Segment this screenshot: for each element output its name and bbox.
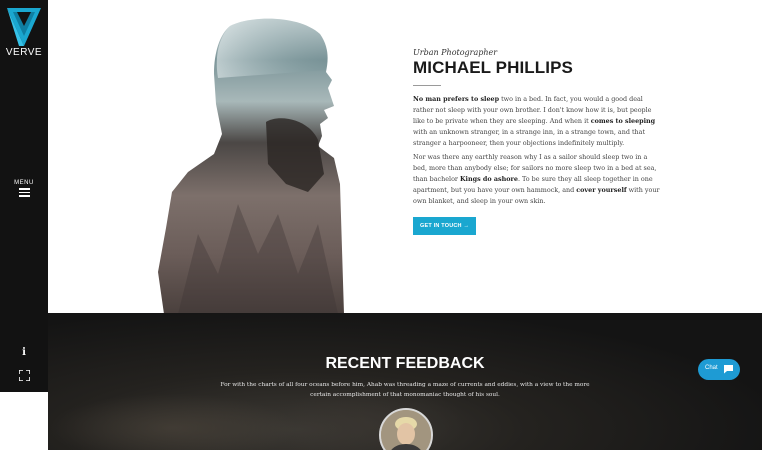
hero-subtitle: Urban Photographer: [413, 48, 498, 57]
feedback-title: RECENT FEEDBACK: [325, 355, 485, 372]
bio-paragraph-2: Nor was there any earthly reason why I a…: [413, 152, 663, 207]
info-button[interactable]: i: [0, 347, 48, 358]
logo-v-icon: [7, 8, 41, 46]
menu-label: MENU: [14, 180, 34, 186]
divider: [413, 85, 441, 86]
sidebar: VERVE MENU i: [0, 0, 48, 392]
hero-name: MICHAEL PHILLIPS: [413, 58, 573, 77]
info-icon: i: [22, 347, 26, 358]
bio-text: with an unknown stranger, in a strange i…: [413, 128, 646, 147]
fullscreen-button[interactable]: [0, 366, 48, 385]
avatar-photo: [381, 410, 431, 450]
background-image: [48, 393, 298, 450]
hamburger-icon: [18, 188, 30, 197]
brand-logo[interactable]: VERVE: [4, 8, 44, 58]
bio-paragraph-1: No man prefers to sleep two in a bed. In…: [413, 94, 663, 149]
chat-label: Chat: [705, 365, 718, 371]
bio-bold-text: comes to sleeping: [590, 117, 656, 125]
chat-bubble-icon: [724, 365, 733, 374]
bio-bold-text: Kings do ashore: [460, 175, 518, 183]
bio-bold-text: cover yourself: [576, 186, 627, 194]
chat-button[interactable]: Chat: [698, 359, 740, 380]
feedback-quote: For with the charts of all four oceans b…: [220, 382, 590, 398]
brand-name: VERVE: [5, 47, 43, 58]
recent-feedback-section: RECENT FEEDBACK For with the charts of a…: [48, 313, 762, 450]
hero-content: Urban Photographer MICHAEL PHILLIPS No m…: [413, 48, 673, 235]
get-in-touch-button[interactable]: GET IN TOUCH →: [413, 217, 477, 235]
fullscreen-icon: [17, 369, 31, 382]
bio-bold-text: No man prefers to sleep: [413, 95, 500, 103]
portrait-image: [158, 18, 344, 314]
menu-button[interactable]: MENU: [0, 180, 48, 197]
sidebar-tail: [0, 392, 48, 450]
